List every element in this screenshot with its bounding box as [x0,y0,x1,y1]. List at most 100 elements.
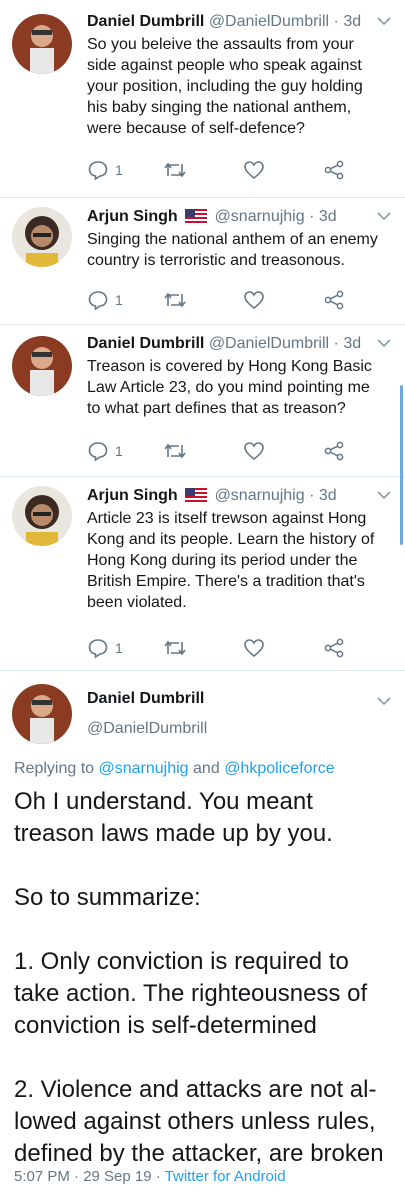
text-line: Oh I understand. You meant [14,788,313,815]
text-line: treason laws made up by you. [14,820,333,847]
like-button[interactable] [243,288,265,312]
avatar[interactable] [12,207,72,267]
share-icon [324,638,344,658]
avatar-daniel-icon [12,14,72,74]
text-line: were because of self-defence? [87,120,305,137]
text-line: Kong and its people. Learn the history o… [87,531,375,548]
chevron-down-icon[interactable] [377,338,391,348]
text-line: his baby singing the national anthem, [87,99,352,116]
share-button[interactable] [323,636,345,660]
author-handle[interactable]: @DanielDumbrill [209,335,329,352]
reply-count: 1 [115,162,123,178]
text-line: Law Article 23, do you mind pointing me [87,379,370,396]
tweet-time[interactable]: 3d [343,13,361,30]
author-handle[interactable]: @snarnujhig [215,208,305,225]
author-name[interactable]: Arjun Singh [87,208,178,225]
tweet[interactable]: Arjun Singh @snarnujhig · 3d Singing the… [0,205,405,325]
divider [0,670,405,671]
mention-link[interactable]: @snarnujhig [99,760,189,777]
timestamp[interactable]: 5:07 PM · 29 Sep 19 · [14,1168,161,1185]
retweet-button[interactable] [163,158,187,182]
tweet-time[interactable]: 3d [319,208,337,225]
avatar[interactable] [12,684,72,744]
reply-button[interactable]: 1 [87,439,123,463]
chevron-down-icon[interactable] [377,490,391,500]
chevron-down-icon[interactable] [377,211,391,221]
divider [0,476,405,477]
text-line: British Empire. There's a tradition that… [87,573,365,590]
like-button[interactable] [243,636,265,660]
author-handle[interactable]: @DanielDumbrill [209,13,329,30]
reply-button[interactable]: 1 [87,288,123,312]
action-bar: 1 [87,288,357,312]
tweet-text: Article 23 is itself trewson against Hon… [87,508,395,613]
reply-icon [88,639,108,659]
tweet-text: Singing the national anthem of an enemy … [87,229,395,271]
like-button[interactable] [243,158,265,182]
mention-link[interactable]: @hkpoliceforce [224,760,335,777]
author-handle[interactable]: @snarnujhig [215,487,305,504]
reply-count: 1 [115,292,123,308]
text-line: Singing the national anthem of an enemy [87,231,378,248]
avatar[interactable] [12,486,72,546]
reply-button[interactable]: 1 [87,158,123,182]
tweet-time[interactable]: 3d [319,487,337,504]
reply-button[interactable]: 1 [87,636,123,660]
tweet[interactable]: Daniel Dumbrill @DanielDumbrill · 3d Tre… [0,332,405,477]
author-name[interactable]: Daniel Dumbrill [87,335,204,352]
tweet-text: Treason is covered by Hong Kong Basic La… [87,356,395,419]
retweet-icon [164,292,186,308]
us-flag-icon [185,209,208,223]
paragraph: 1. Only conviction is required to take a… [14,946,397,1042]
text-line: 1. Only conviction is required to [14,948,349,975]
heart-icon [244,161,264,180]
tweet-text: So you beleive the assaults from your si… [87,34,395,139]
share-button[interactable] [323,439,345,463]
reply-icon [88,442,108,462]
text-line: So to summarize: [14,884,201,911]
heart-icon [244,639,264,658]
reply-count: 1 [115,640,123,656]
divider [0,197,405,198]
separator-dot: · [333,13,339,30]
share-button[interactable] [323,158,345,182]
avatar[interactable] [12,336,72,396]
text-line: side against people who speak against [87,57,362,74]
author-handle[interactable]: @DanielDumbrill [87,720,207,738]
focused-tweet: Daniel Dumbrill @DanielDumbrill Replying… [0,678,405,1198]
avatar[interactable] [12,14,72,74]
tweet-header: Arjun Singh @snarnujhig · 3d [87,484,397,508]
paragraph: 2. Violence and attacks are not al- lowe… [14,1074,397,1170]
text-line: lowed against others unless rules, [14,1108,376,1135]
tweet-header: Arjun Singh @snarnujhig · 3d [87,205,397,229]
text-line: been violated. [87,594,187,611]
retweet-button[interactable] [163,288,187,312]
text-line: country is terroristic and treasonous. [87,252,345,269]
chevron-down-icon[interactable] [377,696,391,706]
scrollbar[interactable] [400,385,403,545]
separator-dot: · [333,335,339,352]
source-link[interactable]: Twitter for Android [165,1168,286,1185]
reply-count: 1 [115,443,123,459]
tweet-time[interactable]: 3d [343,335,361,352]
tweet-header: Daniel Dumbrill @DanielDumbrill · 3d [87,332,397,356]
text-line: defined by the attacker, are broken [14,1140,384,1167]
share-icon [324,290,344,310]
action-bar: 1 [87,636,357,660]
text-line: your position, including the guy holding [87,78,363,95]
text-line: Article 23 is itself trewson against Hon… [87,510,367,527]
like-button[interactable] [243,439,265,463]
chevron-down-icon[interactable] [377,16,391,26]
text-line: to what part defines that as treason? [87,400,346,417]
author-name[interactable]: Daniel Dumbrill [87,13,204,30]
retweet-button[interactable] [163,439,187,463]
tweet[interactable]: Daniel Dumbrill @DanielDumbrill · 3d So … [0,10,405,200]
action-bar: 1 [87,439,357,463]
author-name[interactable]: Arjun Singh [87,487,178,504]
author-name[interactable]: Daniel Dumbrill [87,690,204,708]
us-flag-icon [185,488,208,502]
tweet[interactable]: Arjun Singh @snarnujhig · 3d Article 23 … [0,484,405,669]
text-line: Hong Kong during its period under the [87,552,358,569]
share-button[interactable] [323,288,345,312]
retweet-button[interactable] [163,636,187,660]
